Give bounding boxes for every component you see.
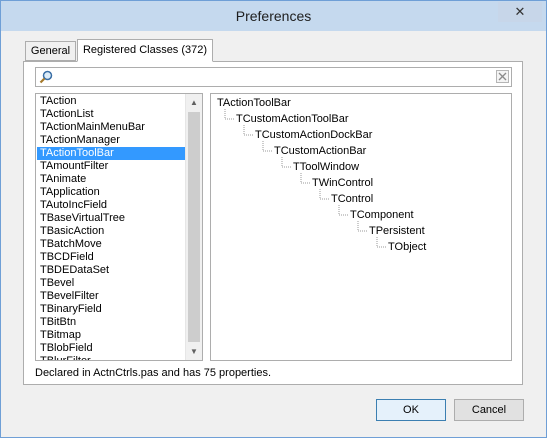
class-list-item[interactable]: TAutoIncField (37, 199, 189, 212)
scroll-up-arrow-icon[interactable]: ▲ (186, 94, 202, 111)
class-list-item[interactable]: TBitBtn (37, 316, 189, 329)
tree-node: TActionToolBar (217, 97, 291, 109)
class-list-item[interactable]: TBlurFilter (37, 355, 189, 360)
search-input[interactable] (35, 67, 512, 87)
class-list[interactable]: TAction TActionList TActionMainMenuBar TAct… (35, 93, 203, 361)
class-list-item[interactable]: TBlobField (37, 342, 189, 355)
class-list-item[interactable]: TBevel (37, 277, 189, 290)
search-icon (39, 70, 53, 84)
tree-node: TCustomActionBar (274, 145, 367, 157)
cancel-button[interactable]: Cancel (454, 399, 524, 421)
ok-button[interactable]: OK (376, 399, 446, 421)
class-list-item[interactable]: TBinaryField (37, 303, 189, 316)
class-list-item[interactable]: TActionManager (37, 134, 189, 147)
close-button[interactable]: ✕ (498, 2, 542, 22)
tree-node: TPersistent (369, 225, 425, 237)
class-list-item[interactable]: TBCDField (37, 251, 189, 264)
class-list-scrollbar[interactable]: ▲ ▼ (185, 94, 202, 360)
scrollbar-thumb[interactable] (188, 112, 200, 342)
class-list-item[interactable]: TAmountFilter (37, 160, 189, 173)
scroll-down-arrow-icon[interactable]: ▼ (186, 343, 202, 360)
tree-node: TToolWindow (293, 161, 360, 173)
class-list-item[interactable]: TBaseVirtualTree (37, 212, 189, 225)
tab-registered-classes[interactable]: Registered Classes (372) (77, 39, 213, 62)
tab-general[interactable]: General (25, 41, 76, 61)
class-list-item[interactable]: TApplication (37, 186, 189, 199)
class-list-item[interactable]: TBatchMove (37, 238, 189, 251)
class-list-item[interactable]: TActionMainMenuBar (37, 121, 189, 134)
tree-node: TObject (388, 241, 427, 253)
class-list-item[interactable]: TActionList (37, 108, 189, 121)
tree-node: TComponent (350, 209, 414, 221)
clear-search-button[interactable] (496, 70, 509, 83)
status-text: Declared in ActnCtrls.pas and has 75 pro… (35, 367, 272, 379)
tree-node: TCustomActionDockBar (255, 129, 373, 141)
window-title: Preferences (235, 8, 312, 24)
class-list-item[interactable]: TAnimate (37, 173, 189, 186)
title-bar[interactable]: Preferences ✕ (1, 1, 546, 31)
class-list-item[interactable]: TBDEDataSet (37, 264, 189, 277)
class-list-item[interactable]: TBitmap (37, 329, 189, 342)
tree-node: TCustomActionToolBar (236, 113, 349, 125)
class-list-item[interactable]: TBevelFilter (37, 290, 189, 303)
class-list-item[interactable]: TBasicAction (37, 225, 189, 238)
class-list-item[interactable]: TActionToolBar (37, 147, 189, 160)
tree-node: TControl (331, 193, 374, 205)
class-list-item[interactable]: TAction (37, 95, 189, 108)
class-hierarchy-tree: TActionToolBar TCustomActionToolBar TCusto… (210, 93, 512, 361)
tree-node: TWinControl (312, 177, 374, 189)
preferences-window: Preferences ✕ General Registered Classes… (0, 0, 547, 438)
clear-icon (498, 72, 507, 81)
